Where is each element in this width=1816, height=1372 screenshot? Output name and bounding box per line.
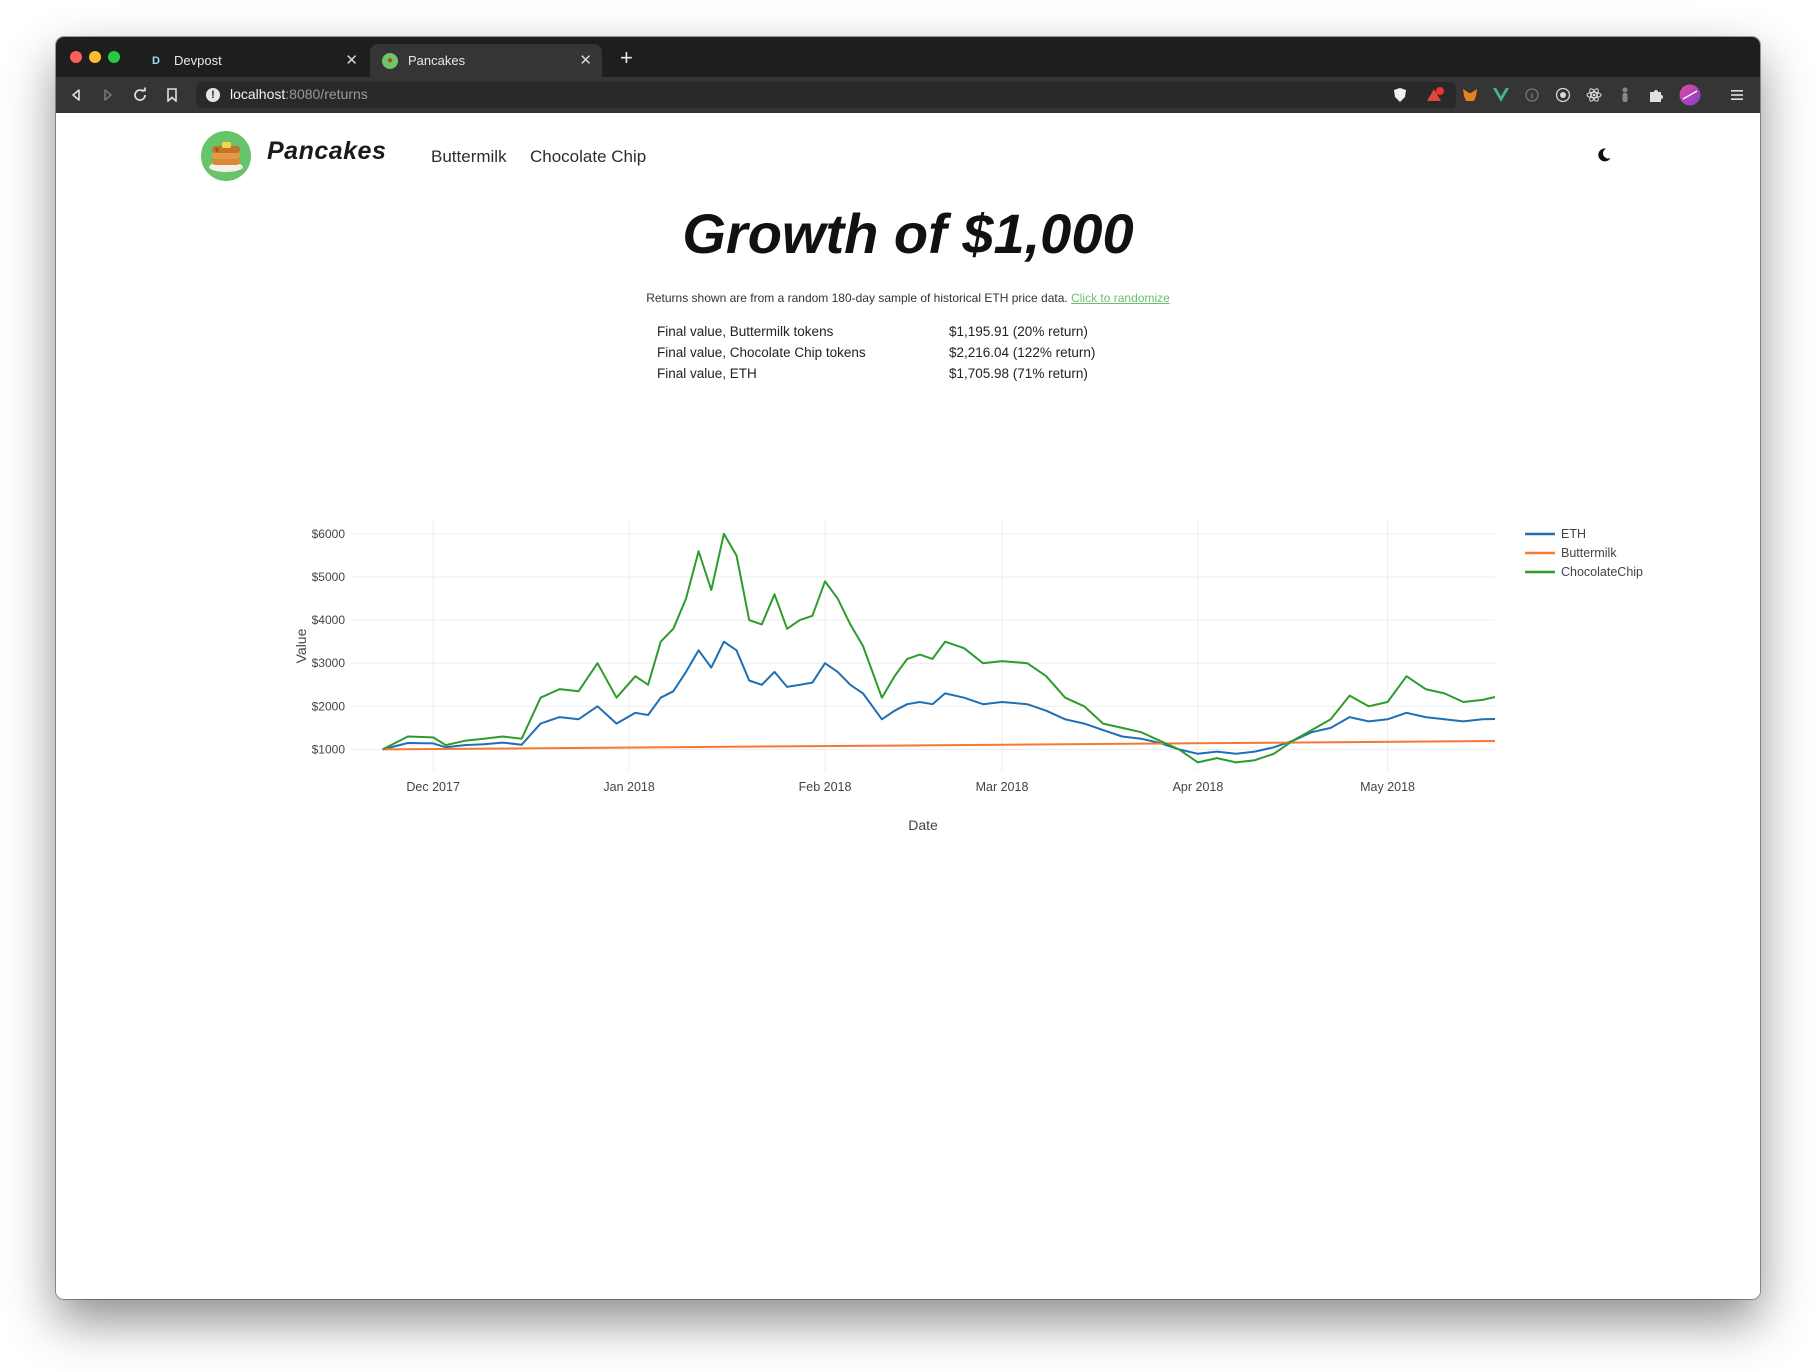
info-icon[interactable] — [1523, 86, 1541, 104]
legend-label: ChocolateChip — [1561, 565, 1643, 579]
url-text[interactable]: localhost:8080/returns — [230, 86, 368, 102]
back-icon[interactable] — [66, 85, 86, 105]
brave-rewards-icon[interactable] — [1426, 86, 1444, 104]
y-tick-label: $6000 — [312, 527, 346, 541]
x-tick-label: Dec 2017 — [406, 780, 460, 794]
y-tick-label: $1000 — [312, 742, 346, 756]
pancake-favicon-icon: ● — [382, 53, 398, 69]
summary-value: $1,705.98 (71% return) — [949, 366, 1088, 381]
summary-row: Final value, ETH $1,705.98 (71% return) — [657, 366, 1117, 387]
summary-row: Final value, Chocolate Chip tokens $2,21… — [657, 345, 1117, 366]
reload-icon[interactable] — [130, 85, 150, 105]
address-bar[interactable] — [196, 82, 1456, 108]
dark-mode-toggle-icon[interactable] — [1596, 147, 1612, 168]
menu-icon[interactable] — [1728, 86, 1746, 104]
summary-value: $2,216.04 (122% return) — [949, 345, 1096, 360]
y-tick-label: $4000 — [312, 613, 346, 627]
summary-label: Final value, Buttermilk tokens — [657, 324, 834, 339]
randomize-link[interactable]: Click to randomize — [1071, 291, 1170, 305]
devpost-favicon-icon: D — [152, 55, 160, 67]
pancake-stack-icon — [209, 142, 243, 172]
new-tab-icon[interactable]: + — [620, 45, 633, 71]
series-line-eth — [382, 640, 1496, 755]
metamask-icon[interactable] — [1461, 86, 1479, 104]
url-host: localhost — [230, 86, 286, 102]
subtitle-text: Returns shown are from a random 180-day … — [646, 291, 1068, 305]
growth-line-chart[interactable]: $1000 $2000 $3000 $4000 $5000 $6000 Dec 2017 Ja… — [211, 513, 1661, 873]
summary-value: $1,195.91 (20% return) — [949, 324, 1088, 339]
bookmark-icon[interactable] — [162, 85, 182, 105]
x-tick-label: Mar 2018 — [976, 780, 1029, 794]
close-tab-icon[interactable]: ✕ — [345, 51, 358, 69]
profile-avatar-icon[interactable] — [1679, 84, 1701, 106]
series-line-buttermilk — [382, 740, 1496, 751]
close-tab-icon[interactable]: ✕ — [579, 51, 592, 69]
tab-pancakes[interactable]: ● Pancakes ✕ — [370, 44, 602, 77]
nav-link-chocolate-chip[interactable]: Chocolate Chip — [530, 147, 646, 167]
nav-link-buttermilk[interactable]: Buttermilk — [431, 147, 507, 167]
tab-title: Pancakes — [408, 53, 466, 68]
tab-title: Devpost — [174, 53, 222, 68]
y-axis-title: Value — [293, 628, 309, 663]
x-tick-label: May 2018 — [1360, 780, 1415, 794]
target-icon[interactable] — [1554, 86, 1572, 104]
y-tick-label: $5000 — [312, 570, 346, 584]
brand-name[interactable]: Pancakes — [267, 137, 386, 166]
x-tick-label: Feb 2018 — [799, 780, 852, 794]
legend-label: Buttermilk — [1561, 546, 1617, 560]
summary-row: Final value, Buttermilk tokens $1,195.91… — [657, 324, 1117, 345]
summary-label: Final value, Chocolate Chip tokens — [657, 345, 866, 360]
y-tick-label: $3000 — [312, 656, 346, 670]
x-tick-label: Jan 2018 — [603, 780, 654, 794]
tab-devpost[interactable]: D Devpost ✕ — [136, 44, 368, 77]
react-devtools-icon[interactable] — [1585, 86, 1603, 104]
page-subtitle: Returns shown are from a random 180-day … — [56, 291, 1760, 305]
browser-window: D Devpost ✕ ● Pancakes ✕ + ! localhost:8… — [56, 37, 1760, 1299]
page-title: Growth of $1,000 — [682, 202, 1134, 265]
site-info-icon[interactable]: ! — [206, 88, 220, 102]
vue-devtools-icon[interactable] — [1492, 86, 1510, 104]
close-window-button[interactable] — [70, 51, 82, 63]
url-path: :8080/returns — [285, 86, 368, 102]
minimize-window-button[interactable] — [89, 51, 101, 63]
x-axis-title: Date — [908, 817, 938, 833]
x-tick-label: Apr 2018 — [1173, 780, 1224, 794]
browser-toolbar: ! localhost:8080/returns — [56, 77, 1760, 113]
brave-shield-icon[interactable] — [1391, 86, 1409, 104]
zoom-window-button[interactable] — [108, 51, 120, 63]
legend-label: ETH — [1561, 527, 1586, 541]
summary-label: Final value, ETH — [657, 366, 757, 381]
summary-table: Final value, Buttermilk tokens $1,195.91… — [657, 324, 1117, 387]
extensions-puzzle-icon[interactable] — [1647, 86, 1665, 104]
tab-bar: D Devpost ✕ ● Pancakes ✕ + — [56, 37, 1760, 77]
pancakes-logo[interactable] — [201, 131, 251, 181]
extension-figure-icon[interactable] — [1616, 86, 1634, 104]
forward-icon[interactable] — [98, 85, 118, 105]
y-tick-label: $2000 — [312, 699, 346, 713]
page-content: Pancakes Buttermilk Chocolate Chip Growt… — [56, 113, 1760, 1299]
